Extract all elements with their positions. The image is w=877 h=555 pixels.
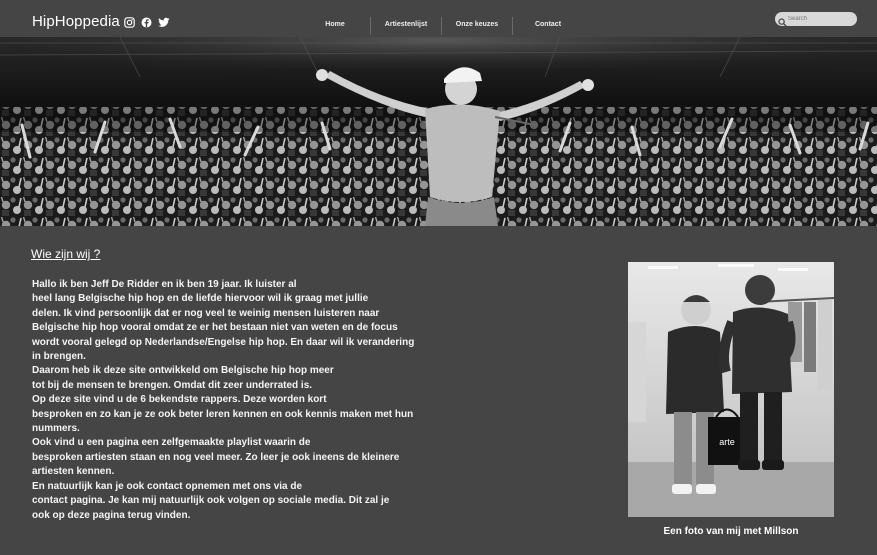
hero-banner-image <box>0 37 877 226</box>
text-line: besproken artiesten staan en nog veel me… <box>32 451 400 463</box>
text-line: tot bij de mensen te brengen. Omdat dit … <box>32 379 313 391</box>
text-line: delen. Ik vind persoonlijk dat er nog ve… <box>32 307 380 319</box>
search-input[interactable] <box>788 13 852 24</box>
text-line: Op deze site vind u de 6 bekendste rappe… <box>32 394 327 406</box>
text-line: wordt vooral gelegd op Nederlandse/Engel… <box>32 336 415 348</box>
site-logo[interactable]: HipHoppedia <box>32 13 120 30</box>
page-title: Wie zijn wij ? <box>31 247 101 261</box>
text-line: heel lang Belgische hip hop en de liefde… <box>32 293 369 305</box>
photo-caption: Een foto van mij met Millson <box>663 526 799 537</box>
text-line: Belgische hip hop vooral omdat ze er het… <box>32 322 398 334</box>
nav-home[interactable]: Home <box>300 17 371 35</box>
text-line: Daarom heb ik deze site ontwikkeld om Be… <box>32 365 334 377</box>
instagram-icon[interactable] <box>124 15 135 28</box>
text-line: in brengen. <box>32 351 86 363</box>
search-icon <box>778 14 787 27</box>
site-header: HipHoppedia Home Artiestenlijst Onze keu… <box>0 0 877 37</box>
text-line: ook op deze pagina terug vinden. <box>32 509 191 521</box>
text-line: Hallo ik ben Jeff De Ridder en ik ben 19… <box>32 279 297 290</box>
intro-text: Hallo ik ben Jeff De Ridder en ik ben 19… <box>32 278 432 523</box>
nav-contact[interactable]: Contact <box>513 17 583 35</box>
text-line: artiesten kennen. <box>32 466 115 478</box>
profile-photo: arte <box>628 262 834 517</box>
text-line: nummers. <box>32 423 80 435</box>
social-links <box>124 15 170 28</box>
text-line: besproken en zo kan je ze ook beter lere… <box>32 408 414 420</box>
nav-onze-keuzes[interactable]: Onze keuzes <box>442 17 513 35</box>
bag-text: arte <box>719 437 735 447</box>
search-box[interactable] <box>775 12 857 27</box>
twitter-icon[interactable] <box>158 15 170 27</box>
main-nav: Home Artiestenlijst Onze keuzes Contact <box>300 17 583 35</box>
facebook-icon[interactable] <box>141 15 152 28</box>
text-line: contact pagina. Je kan mij natuurlijk oo… <box>32 495 390 507</box>
text-line: En natuurlijk kan je ook contact opnemen… <box>32 480 303 492</box>
nav-artiestenlijst[interactable]: Artiestenlijst <box>371 17 442 35</box>
text-line: Ook vind u een pagina een zelfgemaakte p… <box>32 437 311 449</box>
